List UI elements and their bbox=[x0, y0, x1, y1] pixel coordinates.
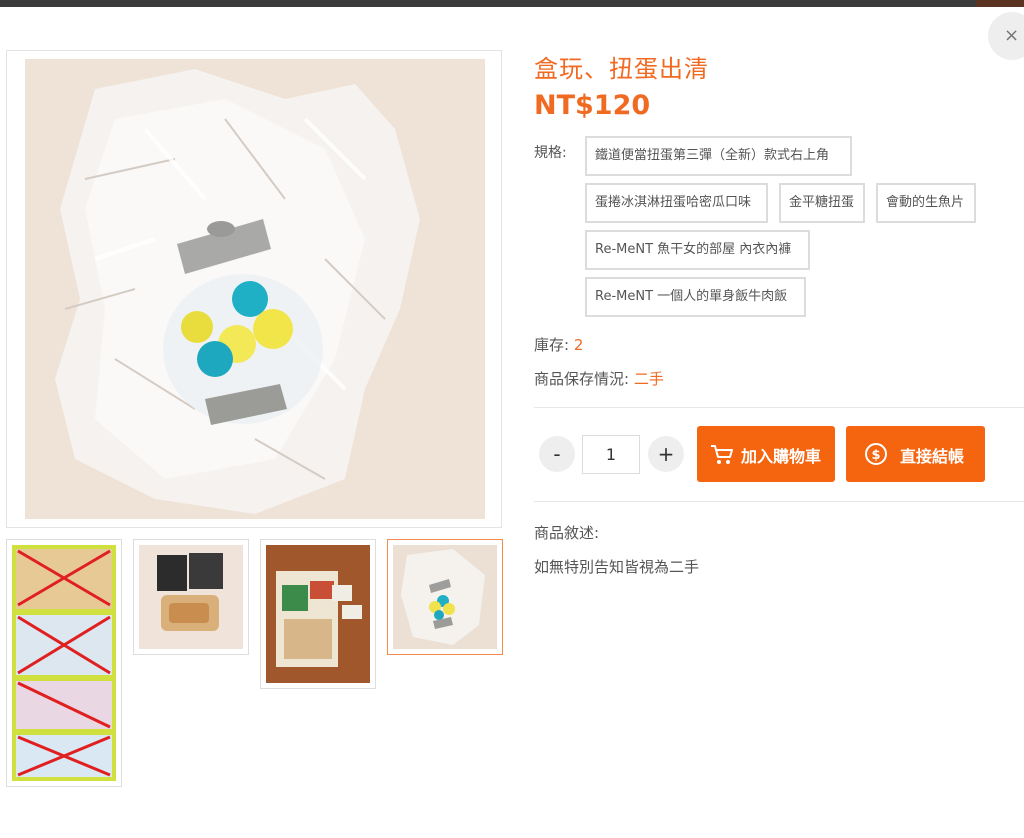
spec-label: 規格: bbox=[534, 145, 567, 161]
spec-option[interactable]: 金平糖扭蛋 bbox=[779, 183, 865, 223]
add-to-cart-button[interactable]: 加入購物車 bbox=[697, 426, 835, 482]
spec-option[interactable]: 鐵道便當扭蛋第三彈（全新）款式右上角 bbox=[585, 136, 852, 176]
condition-label: 商品保存情況: bbox=[534, 370, 630, 388]
quantity-input[interactable] bbox=[582, 435, 640, 474]
candy-jar-thumb-photo bbox=[393, 545, 497, 649]
description-label: 商品敘述: bbox=[534, 524, 600, 542]
checkout-button[interactable]: $ 直接結帳 bbox=[846, 426, 985, 482]
thumb-ribbon-figures[interactable] bbox=[6, 539, 122, 787]
cart-icon bbox=[711, 445, 733, 464]
condition-row: 商品保存情況: 二手 bbox=[534, 368, 664, 389]
thumb-bread-capsule[interactable] bbox=[133, 539, 249, 655]
checkout-label: 直接結帳 bbox=[900, 447, 965, 466]
dollar-coin-icon: $ bbox=[865, 443, 887, 465]
main-product-photo[interactable] bbox=[25, 59, 485, 519]
bread-capsule-photo bbox=[139, 545, 243, 649]
stock-value: 2 bbox=[573, 336, 584, 354]
stock-label: 庫存: bbox=[534, 336, 570, 354]
thumb-bread-capsule-image bbox=[139, 545, 243, 649]
quantity-decrease-button[interactable]: - bbox=[539, 436, 575, 472]
description-text: 如無特別告知皆視為二手 bbox=[534, 558, 700, 576]
spec-option[interactable]: Re-MeNT 一個人的單身飯牛肉飯 bbox=[585, 277, 806, 317]
divider bbox=[534, 501, 1024, 502]
add-to-cart-label: 加入購物車 bbox=[741, 447, 822, 466]
close-icon[interactable]: × bbox=[1004, 25, 1019, 46]
svg-text:$: $ bbox=[871, 448, 880, 463]
product-price: NT$120 bbox=[534, 90, 651, 121]
condition-value: 二手 bbox=[633, 370, 664, 388]
top-bar-corner bbox=[976, 0, 1024, 7]
main-photo-frame bbox=[6, 50, 502, 528]
spec-option[interactable]: 蛋捲冰淇淋扭蛋哈密瓜口味 bbox=[585, 183, 768, 223]
quantity-increase-button[interactable]: + bbox=[648, 436, 684, 472]
product-title: 盒玩、扭蛋出清 bbox=[534, 55, 709, 83]
thumb-candy-jar-image bbox=[393, 545, 497, 649]
thumb-station-bento-box-image bbox=[266, 545, 370, 683]
thumb-candy-jar[interactable] bbox=[387, 539, 503, 655]
divider bbox=[534, 407, 1024, 408]
stock-row: 庫存: 2 bbox=[534, 334, 583, 355]
top-bar bbox=[0, 0, 1024, 7]
thumb-ribbon-figures-image bbox=[12, 545, 116, 781]
spec-option[interactable]: 會動的生魚片 bbox=[876, 183, 976, 223]
thumb-station-bento-box[interactable] bbox=[260, 539, 376, 689]
figures-leaflet-photo bbox=[12, 545, 116, 781]
candy-jar-photo bbox=[25, 59, 485, 519]
spec-option[interactable]: Re-MeNT 魚干女的部屋 內衣內褲 bbox=[585, 230, 810, 270]
close-button[interactable]: × bbox=[988, 12, 1024, 60]
station-bento-photo bbox=[266, 545, 370, 683]
